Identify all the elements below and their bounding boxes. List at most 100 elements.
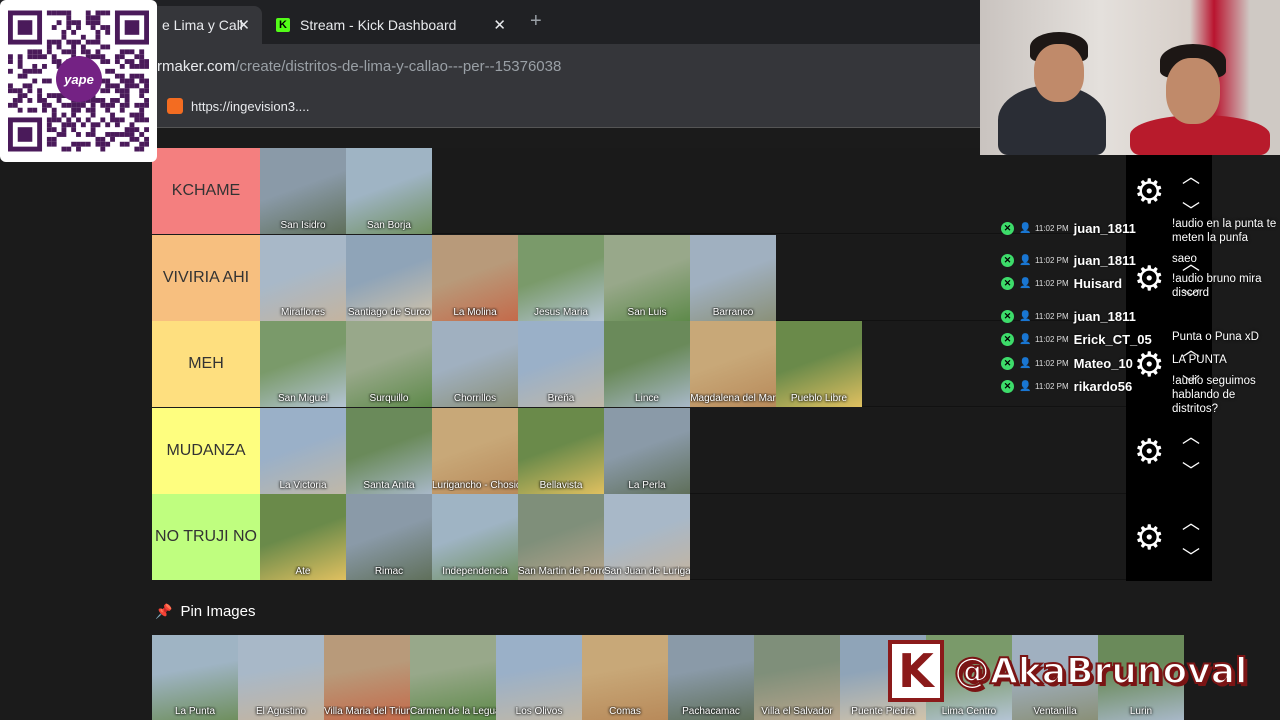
district-caption: La Victoria: [279, 479, 327, 491]
pin-image[interactable]: Comas: [582, 635, 668, 720]
district-image[interactable]: Chorrillos: [432, 321, 518, 407]
district-image[interactable]: Bellavista: [518, 407, 604, 494]
district-caption: Jesus Maria: [534, 306, 588, 318]
district-image[interactable]: San Juan de Lurigancho: [604, 494, 690, 580]
tab-tiermaker[interactable]: e Lima y Call ✕: [150, 6, 262, 44]
district-image[interactable]: San Borja: [346, 148, 432, 234]
district-image[interactable]: Rimac: [346, 494, 432, 580]
tier-label[interactable]: NO TRUJI NO: [152, 494, 260, 580]
pin-image[interactable]: La Punta: [152, 635, 238, 720]
tab-kick-dashboard[interactable]: K Stream - Kick Dashboard ✕: [264, 6, 518, 44]
district-image[interactable]: Pueblo Libre: [776, 321, 862, 407]
pin-caption: Los Olivos: [515, 706, 563, 717]
district-caption: Pueblo Libre: [790, 393, 848, 404]
pin-caption: El Agustino: [255, 706, 307, 717]
chat-username[interactable]: juan_1811: [1074, 253, 1136, 268]
chevron-down-icon[interactable]: ﹀: [1182, 543, 1200, 569]
pin-image[interactable]: El Agustino: [238, 635, 324, 720]
district-caption: Santiago de Surco: [347, 306, 431, 318]
tier-control-group: ⚙ ︿ ﹀: [1126, 501, 1212, 587]
chat-text: !audio en la punta te meten la punfa: [1172, 218, 1277, 244]
chat-timestamp: 11:02 PM: [1035, 381, 1069, 391]
chevron-up-icon[interactable]: ︿: [1182, 509, 1200, 535]
chat-timestamp: 11:02 PM: [1035, 255, 1069, 265]
face: [1166, 58, 1220, 124]
district-image[interactable]: San Isidro: [260, 148, 346, 234]
district-caption: San Miguel: [277, 393, 329, 404]
tier-label[interactable]: MEH: [152, 321, 260, 407]
district-image[interactable]: La Molina: [432, 234, 518, 321]
district-caption: Lince: [635, 393, 659, 404]
user-icon: 👤: [1019, 277, 1032, 289]
new-tab-icon[interactable]: +: [530, 10, 542, 33]
yape-logo: yape: [56, 56, 102, 102]
gear-icon[interactable]: ⚙: [1134, 521, 1164, 555]
gear-icon[interactable]: ⚙: [1134, 175, 1164, 209]
user-icon: 👤: [1019, 310, 1032, 322]
district-image[interactable]: Barranco: [690, 234, 776, 321]
district-image[interactable]: La Perla: [604, 407, 690, 494]
district-caption: Barranco: [712, 306, 754, 318]
chat-username[interactable]: juan_1811: [1074, 309, 1136, 324]
district-image[interactable]: Breña: [518, 321, 604, 407]
district-image[interactable]: Independencia: [432, 494, 518, 580]
tier-label[interactable]: MUDANZA: [152, 407, 260, 494]
tab-label: Stream - Kick Dashboard: [300, 17, 457, 33]
pin-image[interactable]: Carmen de la Legua - Reynoso: [410, 635, 496, 720]
yape-brand: yape: [64, 71, 94, 87]
kick-logo-icon: K: [888, 640, 944, 702]
district-image[interactable]: San Miguel: [260, 321, 346, 407]
chat-username[interactable]: Huisard: [1074, 276, 1122, 291]
gear-icon[interactable]: ⚙: [1134, 262, 1164, 296]
gear-icon[interactable]: ⚙: [1134, 348, 1164, 382]
pin-image[interactable]: Villa Maria del Triunfo: [324, 635, 410, 720]
chat-username[interactable]: rikardo56: [1074, 379, 1133, 394]
district-caption: La Perla: [628, 479, 666, 491]
gear-icon[interactable]: ⚙: [1134, 435, 1164, 469]
district-caption: Santa Anita: [363, 479, 415, 491]
verified-badge-icon: ✕: [1001, 221, 1014, 235]
pin-caption: Carmen de la Legua - Reynoso: [410, 706, 496, 717]
tier-row: MUDANZA La Victoria Santa Anita Lurigancho …: [152, 407, 1126, 494]
district-image[interactable]: Santiago de Surco: [346, 234, 432, 321]
pin-image[interactable]: Pachacamac: [668, 635, 754, 720]
chat-username[interactable]: juan_1811: [1074, 221, 1136, 236]
chevron-up-icon[interactable]: ︿: [1182, 163, 1200, 189]
chevron-up-icon[interactable]: ︿: [1182, 423, 1200, 449]
district-image[interactable]: San Martin de Porres: [518, 494, 604, 580]
district-image[interactable]: Ate: [260, 494, 346, 580]
district-image[interactable]: Lurigancho - Chosica: [432, 407, 518, 494]
pin-image[interactable]: Villa el Salvador: [754, 635, 840, 720]
district-image[interactable]: Jesus Maria: [518, 234, 604, 321]
chat-text: Punta o Puna xD: [1172, 331, 1259, 343]
district-image[interactable]: Santa Anita: [346, 407, 432, 494]
district-image[interactable]: Magdalena del Mar: [690, 321, 776, 407]
chevron-down-icon[interactable]: ﹀: [1182, 457, 1200, 483]
district-image[interactable]: San Luis: [604, 234, 690, 321]
kick-logo-icon: K: [276, 18, 290, 32]
tier-row: MEH San Miguel Surquillo Chorrillos Breña Lin…: [152, 321, 1126, 407]
chat-username[interactable]: Mateo_10: [1074, 356, 1133, 371]
pin-caption: Pachacamac: [682, 706, 740, 717]
district-caption: La Molina: [453, 306, 497, 318]
chat-message: ✕ 👤 11:02 PM rikardo56: [998, 376, 1132, 396]
chat-message: ✕ 👤 11:02 PM juan_1811: [998, 218, 1136, 238]
pin-image[interactable]: Los Olivos: [496, 635, 582, 720]
district-image[interactable]: Miraflores: [260, 234, 346, 321]
pin-caption: Comas: [609, 706, 641, 717]
close-icon[interactable]: ✕: [237, 16, 250, 34]
chat-text: LA PUNTA: [1172, 354, 1227, 366]
tier-label[interactable]: KCHAME: [152, 148, 260, 234]
bookmark-item[interactable]: https://ingevision3....: [167, 98, 310, 114]
pin-images-title: Pin Images: [180, 603, 256, 620]
close-icon[interactable]: ✕: [493, 16, 506, 34]
chat-username[interactable]: Erick_CT_05: [1074, 332, 1152, 347]
district-image[interactable]: Lince: [604, 321, 690, 407]
district-image[interactable]: Surquillo: [346, 321, 432, 407]
tier-label[interactable]: VIVIRIA AHI: [152, 234, 260, 321]
chat-timestamp: 11:02 PM: [1035, 311, 1069, 321]
url-field[interactable]: rmaker.com/create/distritos-de-lima-y-ca…: [157, 58, 561, 75]
pushpin-icon: 📌: [155, 603, 173, 619]
district-image[interactable]: La Victoria: [260, 407, 346, 494]
streamer-handle: K @AkaBrunoval: [888, 640, 1248, 702]
